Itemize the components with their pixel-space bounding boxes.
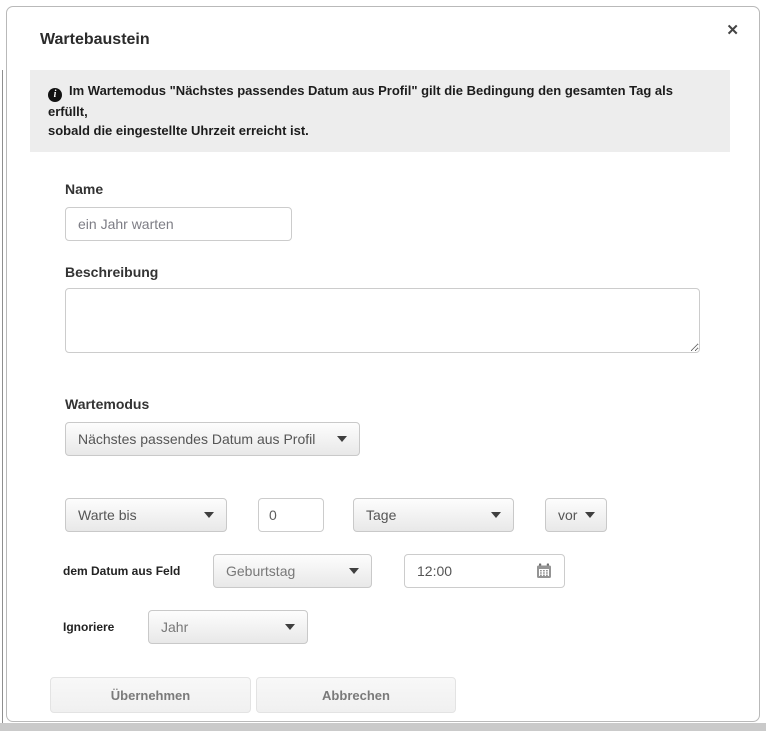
wait-mode-select[interactable]: Nächstes passendes Datum aus Profil <box>65 422 360 456</box>
background-page-edge <box>2 70 3 727</box>
description-textarea[interactable] <box>65 288 700 353</box>
description-label: Beschreibung <box>65 264 759 280</box>
info-text-line2: sobald die eingestellte Uhrzeit erreicht… <box>48 121 714 140</box>
dialog-title: Wartebaustein <box>40 30 759 49</box>
wait-mode-label: Wartemodus <box>65 396 759 412</box>
info-line-1: iIm Wartemodus "Nächstes passendes Datum… <box>48 81 714 121</box>
ignore-selected-value: Jahr <box>161 619 188 635</box>
name-label: Name <box>65 181 759 197</box>
direction-select[interactable]: vor <box>545 498 607 532</box>
offset-input[interactable] <box>258 498 324 532</box>
info-box: iIm Wartemodus "Nächstes passendes Datum… <box>30 70 730 152</box>
wartebaustein-dialog: ✕ Wartebaustein iIm Wartemodus "Nächstes… <box>6 6 760 722</box>
date-field-label: dem Datum aus Feld <box>63 564 213 578</box>
wait-until-selected-value: Warte bis <box>78 507 137 523</box>
close-icon[interactable]: ✕ <box>726 23 739 38</box>
chevron-down-icon <box>337 436 347 442</box>
background-bottom-strip <box>0 723 766 731</box>
ignore-label: Ignoriere <box>63 620 148 634</box>
name-input[interactable] <box>65 207 292 241</box>
wait-mode-selected-value: Nächstes passendes Datum aus Profil <box>78 431 315 447</box>
chevron-down-icon <box>585 512 595 518</box>
wait-until-select[interactable]: Warte bis <box>65 498 227 532</box>
ignore-select[interactable]: Jahr <box>148 610 308 644</box>
cancel-button[interactable]: Abbrechen <box>256 677 456 713</box>
time-value: 12:00 <box>417 563 452 579</box>
chevron-down-icon <box>204 512 214 518</box>
chevron-down-icon <box>285 624 295 630</box>
apply-button[interactable]: Übernehmen <box>50 677 251 713</box>
time-input[interactable]: 12:00 <box>404 554 565 588</box>
info-text-line1: Im Wartemodus "Nächstes passendes Datum … <box>48 83 673 119</box>
calendar-icon[interactable] <box>536 563 552 579</box>
unit-select[interactable]: Tage <box>353 498 514 532</box>
direction-selected-value: vor <box>558 507 577 523</box>
chevron-down-icon <box>349 568 359 574</box>
chevron-down-icon <box>491 512 501 518</box>
date-field-selected-value: Geburtstag <box>226 563 295 579</box>
info-icon: i <box>48 88 62 102</box>
date-field-select[interactable]: Geburtstag <box>213 554 372 588</box>
unit-selected-value: Tage <box>366 507 396 523</box>
